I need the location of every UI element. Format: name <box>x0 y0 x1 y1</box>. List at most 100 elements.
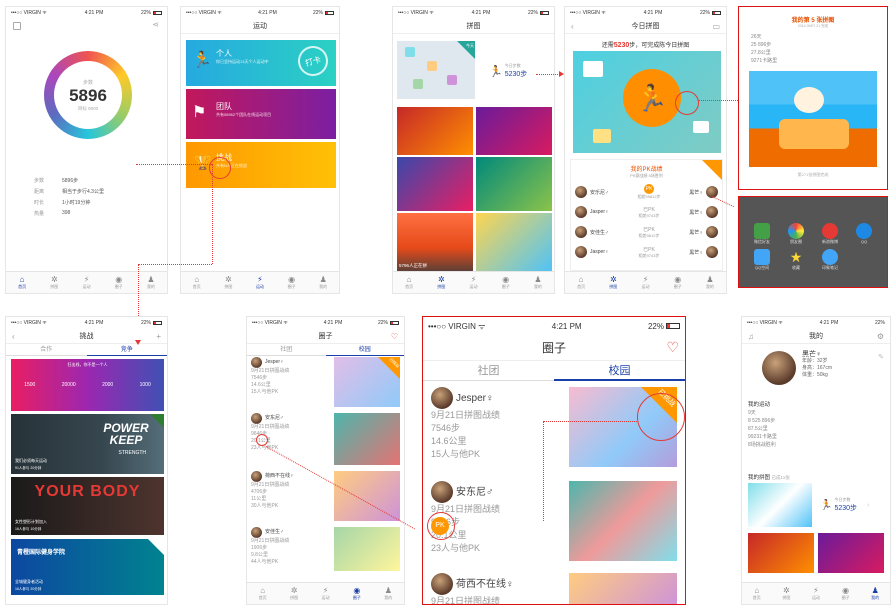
phone-puzzle: •••○○ VIRGIN ᯤ 4:21 PM 22% 拼图 今天 🏃 今日步数 5… <box>392 6 555 294</box>
battery-text: 22% <box>527 10 538 16</box>
feed-puzzle-thumb[interactable] <box>334 527 400 571</box>
puzzle-tile[interactable]: 5796人正在拼 <box>397 213 473 271</box>
puzzle-tile[interactable] <box>476 157 552 211</box>
tab-me[interactable]: ♟ 我的 <box>135 272 167 293</box>
tab-puzzle[interactable]: ✲ 拼图 <box>38 272 70 293</box>
challenge-banner-gym[interactable]: 青橙国际健身学院 全城健身者活动 16人参与 20分钟 <box>11 539 164 595</box>
segment-club[interactable]: 社团 <box>423 361 554 381</box>
tab-puzzle[interactable]: ✲ 拼图 <box>213 272 245 293</box>
share-icon[interactable]: ⋖ <box>152 20 159 29</box>
home-icon: ⌂ <box>19 275 25 284</box>
feed-date: 9月21日拼图战绩 <box>431 504 501 514</box>
wechat-icon <box>754 223 770 239</box>
feed-puzzle-thumb[interactable] <box>334 413 400 465</box>
sport-card-team[interactable]: ⚑ 团队 共有58962个团队在线运动项目 <box>186 89 336 139</box>
tab-me[interactable]: ♟ 我的 <box>860 583 890 604</box>
feed-item[interactable]: 荷西不在线♀ 9月21日拼图战绩 <box>423 567 685 604</box>
feed-distance: 11公里 <box>251 496 267 502</box>
today-puzzle-thumb[interactable]: 今天 <box>397 41 475 99</box>
detail-footer: 第271张拼图完成 <box>797 172 829 177</box>
puzzle-tile[interactable] <box>476 213 552 271</box>
bell-icon[interactable]: ♫ <box>748 332 754 341</box>
feed-item[interactable]: 安佳生♂ 9月21日拼图战绩 1906步 9.8公里 44人与他PK <box>247 527 404 577</box>
tab-sport[interactable]: ⚡ 运动 <box>244 272 276 293</box>
challenge-banner-power[interactable]: POWER KEEP STRENGTH 我们必须每天运动 91人参与 20分钟 <box>11 414 164 474</box>
back-icon[interactable]: ‹ <box>12 332 15 341</box>
segment-cooperate[interactable]: 合作 <box>6 344 87 356</box>
tab-circle[interactable]: ◉ 圈子 <box>662 272 694 293</box>
today-badge: 今天 <box>466 43 474 48</box>
challenge-banner-distance[interactable]: 狂出线，你不是一个人 1500 20000 2000 1000 <box>11 359 164 411</box>
tab-sport[interactable]: ⚡ 运动 <box>801 583 831 604</box>
chevron-right-icon[interactable]: › <box>867 502 869 509</box>
heart-icon[interactable]: ♡ <box>391 332 398 341</box>
feed-puzzle-thumb[interactable] <box>334 471 400 521</box>
pk-row[interactable]: 安乐尼♂ PK 相差59812步 黑芒♀ <box>575 182 718 202</box>
share-qzone[interactable]: QQ空间 <box>747 249 777 271</box>
challenge-banner-body[interactable]: YOUR BODY 女性塑形计划加入 16人参与 10分钟 <box>11 477 164 535</box>
tab-sport[interactable]: ⚡ 运动 <box>310 583 341 604</box>
tab-puzzle[interactable]: ✲ 拼图 <box>425 272 457 293</box>
person-icon: ♟ <box>319 275 327 284</box>
share-qq[interactable]: QQ <box>849 223 879 245</box>
share-wechat[interactable]: 微信好友 <box>747 223 777 245</box>
profile-block: 黑芒♀ 年龄：32岁 身高：167cm 体重：50kg <box>762 351 832 385</box>
segment-compete[interactable]: 竞争 <box>86 344 167 356</box>
puzzle-tile[interactable] <box>397 107 473 155</box>
tab-home[interactable]: ⌂ 首页 <box>393 272 425 293</box>
feed-item[interactable]: Jesper♀ 9月21日拼图战绩 7546步 14.6公里 15人与他PK 已… <box>247 357 404 413</box>
tab-home[interactable]: ⌂ 首页 <box>247 583 278 604</box>
tab-sport[interactable]: ⚡ 运动 <box>457 272 489 293</box>
calendar-icon[interactable] <box>13 22 21 30</box>
segment-club[interactable]: 社团 <box>247 344 326 356</box>
my-puzzle-header: 我的拼图 已成11张 <box>748 473 790 481</box>
tab-home[interactable]: ⌂ 首页 <box>6 272 38 293</box>
tab-home[interactable]: ⌂ 首页 <box>181 272 213 293</box>
tab-circle[interactable]: ◉ 圈子 <box>276 272 308 293</box>
tab-home[interactable]: ⌂ 首页 <box>565 272 597 293</box>
tab-home[interactable]: ⌂ 首页 <box>742 583 772 604</box>
share-weibo[interactable]: 新浪微博 <box>815 223 845 245</box>
puzzle-tile[interactable] <box>818 533 884 573</box>
back-icon[interactable]: ‹ <box>571 22 574 31</box>
share-evernote[interactable]: 印象笔记 <box>815 249 845 271</box>
tab-me[interactable]: ♟ 我的 <box>373 583 404 604</box>
feed-puzzle-thumb[interactable] <box>569 573 677 604</box>
tab-sport[interactable]: ⚡ 运动 <box>70 272 102 293</box>
my-puzzle-thumb[interactable] <box>748 483 812 527</box>
tab-circle[interactable]: ◉ 圈子 <box>490 272 522 293</box>
tab-circle[interactable]: ◉ 圈子 <box>103 272 135 293</box>
avatar[interactable] <box>762 351 796 385</box>
sport-card-personal[interactable]: 🏃 个人 你已坚持运动13天个人运动中 打卡 <box>186 40 336 86</box>
feed-item[interactable]: 安东尼♂ 9月21日拼图战绩 9646步 20.1公里 23人与他PK <box>423 475 685 567</box>
share-moments[interactable]: 朋友圈 <box>781 223 811 245</box>
gear-icon[interactable]: ⚙ <box>877 332 884 341</box>
puzzle-tile[interactable] <box>397 157 473 211</box>
tab-circle[interactable]: ◉ 圈子 <box>341 583 372 604</box>
heart-icon[interactable]: ♡ <box>666 339 679 356</box>
nav-bar: ‹ 挑战 + <box>6 329 167 344</box>
feed-item[interactable]: 安东尼♂ 9月21日拼图战绩 9646步 20.1公里 23人与他PK <box>247 413 404 471</box>
steps-block: 🏃 今日步数 5230步 <box>489 63 527 79</box>
pk-row[interactable]: Jasper♀ 已PK 相差9743步 黑芒♀ <box>575 242 718 262</box>
tab-puzzle[interactable]: ✲ 拼图 <box>597 272 629 293</box>
image-icon[interactable]: ▭ <box>712 22 720 31</box>
feed-puzzle-thumb[interactable] <box>569 481 677 561</box>
tab-circle[interactable]: ◉ 圈子 <box>831 583 861 604</box>
tab-sport[interactable]: ⚡ 运动 <box>629 272 661 293</box>
feed-puzzle-thumb[interactable]: 已挑战 <box>334 357 400 407</box>
puzzle-tile[interactable] <box>476 107 552 155</box>
tab-me[interactable]: ♟ 我的 <box>694 272 726 293</box>
segment-campus[interactable]: 校园 <box>325 344 404 356</box>
tab-me[interactable]: ♟ 我的 <box>522 272 554 293</box>
segment-campus[interactable]: 校园 <box>554 361 685 381</box>
tab-puzzle[interactable]: ✲ 拼图 <box>278 583 309 604</box>
add-icon[interactable]: + <box>156 332 161 341</box>
pk-row[interactable]: Jasper♀ 已PK 相差9743步 黑芒♀ <box>575 202 718 222</box>
edit-icon[interactable]: ✎ <box>878 353 884 361</box>
tab-puzzle[interactable]: ✲ 拼图 <box>772 583 802 604</box>
tab-me[interactable]: ♟ 我的 <box>307 272 339 293</box>
puzzle-tile[interactable] <box>748 533 814 573</box>
pk-row[interactable]: 安佳生♂ 已PK 相差9812步 黑芒♀ <box>575 222 718 242</box>
share-favorite[interactable]: ★ 收藏 <box>781 249 811 271</box>
